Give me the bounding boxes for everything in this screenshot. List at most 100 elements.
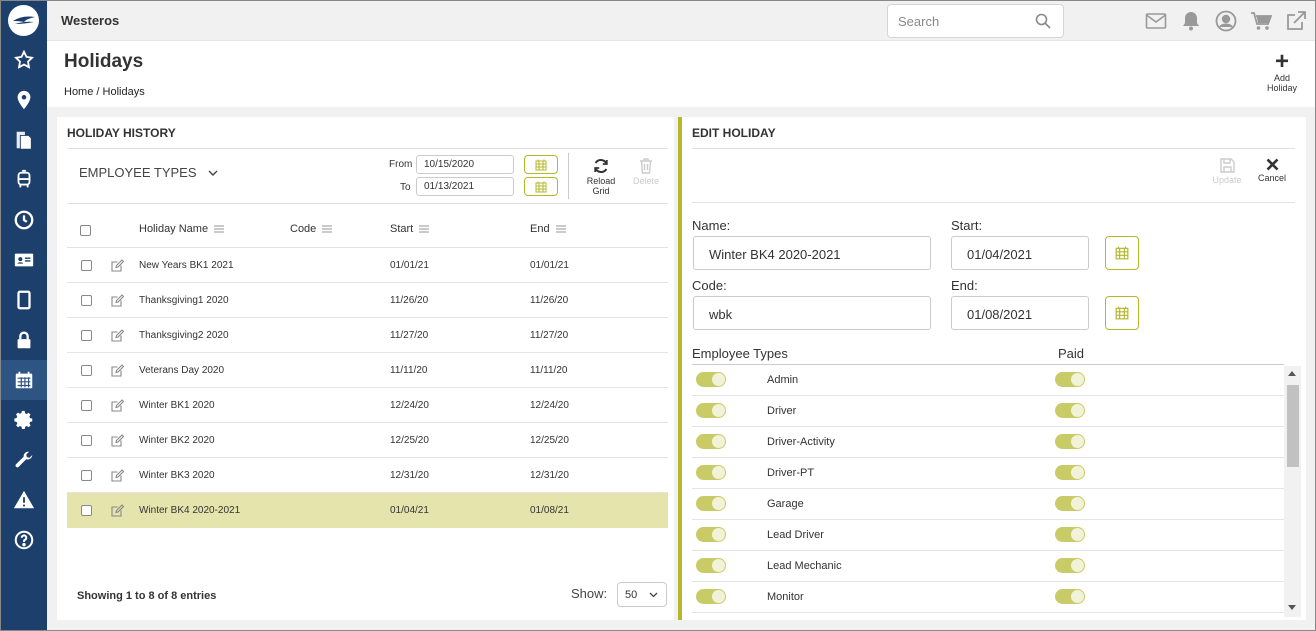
mail-icon[interactable] bbox=[1145, 10, 1167, 32]
sidebar-item-alerts[interactable] bbox=[0, 480, 47, 520]
column-header-code[interactable]: Code bbox=[290, 223, 333, 235]
start-cell: 12/31/20 bbox=[390, 470, 429, 481]
search-box[interactable] bbox=[887, 4, 1064, 38]
employee-type-toggle[interactable] bbox=[696, 589, 726, 604]
row-checkbox[interactable] bbox=[81, 365, 92, 376]
edit-icon[interactable] bbox=[111, 504, 124, 517]
edit-icon[interactable] bbox=[111, 259, 124, 272]
to-calendar-button[interactable] bbox=[524, 177, 558, 196]
edit-icon[interactable] bbox=[111, 294, 124, 307]
sidebar-item-tools[interactable] bbox=[0, 440, 47, 480]
code-input[interactable]: wbk bbox=[693, 296, 931, 330]
employee-type-toggle[interactable] bbox=[696, 496, 726, 511]
to-date-input[interactable]: 01/13/2021 bbox=[416, 177, 514, 196]
row-checkbox[interactable] bbox=[81, 435, 92, 446]
map-pin-icon bbox=[17, 90, 30, 110]
scrollbar-thumb[interactable] bbox=[1287, 385, 1299, 467]
paid-toggle[interactable] bbox=[1055, 496, 1085, 511]
name-input[interactable]: Winter BK4 2020-2021 bbox=[693, 236, 931, 270]
employee-type-row: Driver-PT bbox=[692, 458, 1284, 489]
sidebar-item-favorites[interactable] bbox=[0, 40, 47, 80]
end-calendar-button[interactable] bbox=[1105, 296, 1139, 330]
edit-icon[interactable] bbox=[111, 329, 124, 342]
page-size-select[interactable]: 50 bbox=[617, 582, 667, 607]
edit-icon[interactable] bbox=[111, 469, 124, 482]
paid-toggle[interactable] bbox=[1055, 434, 1085, 449]
cart-icon[interactable] bbox=[1250, 10, 1272, 32]
table-row[interactable]: Thanksgiving1 2020 11/26/20 11/26/20 bbox=[67, 283, 668, 318]
end-date-input[interactable]: 01/08/2021 bbox=[951, 296, 1089, 330]
sidebar-item-devices[interactable] bbox=[0, 280, 47, 320]
paid-toggle[interactable] bbox=[1055, 558, 1085, 573]
breadcrumb[interactable]: Home / Holidays bbox=[64, 86, 145, 98]
paid-toggle[interactable] bbox=[1055, 403, 1085, 418]
sidebar-item-security[interactable] bbox=[0, 320, 47, 360]
sidebar-item-help[interactable] bbox=[0, 520, 47, 560]
delete-button[interactable]: Delete bbox=[628, 158, 664, 186]
employee-type-toggle[interactable] bbox=[696, 403, 726, 418]
scroll-down-arrow[interactable] bbox=[1288, 605, 1296, 610]
row-checkbox[interactable] bbox=[81, 470, 92, 481]
employee-type-toggle[interactable] bbox=[696, 434, 726, 449]
sidebar-item-documents[interactable] bbox=[0, 120, 47, 160]
external-link-icon[interactable] bbox=[1285, 10, 1307, 32]
holiday-name-cell: Thanksgiving2 2020 bbox=[139, 330, 229, 341]
update-button[interactable]: Update bbox=[1209, 158, 1245, 185]
row-checkbox[interactable] bbox=[81, 295, 92, 306]
add-holiday-button[interactable]: + Add Holiday bbox=[1262, 50, 1302, 94]
employee-type-toggle[interactable] bbox=[696, 372, 726, 387]
from-date-input[interactable]: 10/15/2020 bbox=[416, 155, 514, 174]
column-header-start[interactable]: Start bbox=[390, 223, 430, 235]
column-header-end[interactable]: End bbox=[530, 223, 566, 235]
sidebar-item-time[interactable] bbox=[0, 200, 47, 240]
column-header-name[interactable]: Holiday Name bbox=[139, 223, 225, 235]
edit-icon[interactable] bbox=[111, 399, 124, 412]
paid-toggle[interactable] bbox=[1055, 589, 1085, 604]
row-checkbox[interactable] bbox=[81, 400, 92, 411]
from-calendar-button[interactable] bbox=[524, 155, 558, 174]
holiday-name-cell: Veterans Day 2020 bbox=[139, 365, 225, 376]
row-checkbox[interactable] bbox=[81, 260, 92, 271]
employee-types-dropdown[interactable]: EMPLOYEE TYPES bbox=[79, 165, 218, 180]
divider bbox=[692, 202, 1295, 203]
bell-icon[interactable] bbox=[1180, 10, 1202, 32]
table-row[interactable]: Veterans Day 2020 11/11/20 11/11/20 bbox=[67, 353, 668, 388]
sidebar-item-employees[interactable] bbox=[0, 240, 47, 280]
paid-toggle[interactable] bbox=[1055, 527, 1085, 542]
search-input[interactable] bbox=[898, 14, 1028, 29]
edit-icon[interactable] bbox=[111, 434, 124, 447]
cancel-button[interactable]: Cancel bbox=[1254, 158, 1290, 183]
start-date-input[interactable]: 01/04/2021 bbox=[951, 236, 1089, 270]
row-checkbox[interactable] bbox=[81, 330, 92, 341]
sidebar-item-settings[interactable] bbox=[0, 400, 47, 440]
employee-type-toggle[interactable] bbox=[696, 558, 726, 573]
table-row[interactable]: Winter BK2 2020 12/25/20 12/25/20 bbox=[67, 423, 668, 458]
paid-toggle[interactable] bbox=[1055, 372, 1085, 387]
table-row[interactable]: Thanksgiving2 2020 11/27/20 11/27/20 bbox=[67, 318, 668, 353]
paid-toggle[interactable] bbox=[1055, 465, 1085, 480]
sidebar-item-vehicles[interactable] bbox=[0, 160, 47, 200]
table-row[interactable]: New Years BK1 2021 01/01/21 01/01/21 bbox=[67, 248, 668, 283]
user-icon[interactable] bbox=[1215, 10, 1237, 32]
logo-icon[interactable] bbox=[8, 5, 39, 36]
employee-type-toggle[interactable] bbox=[696, 527, 726, 542]
employee-type-toggle[interactable] bbox=[696, 465, 726, 480]
holiday-history-title: HOLIDAY HISTORY bbox=[67, 126, 176, 140]
edit-icon[interactable] bbox=[111, 364, 124, 377]
reload-grid-button[interactable]: Reload Grid bbox=[581, 158, 621, 196]
table-row[interactable]: Winter BK4 2020-2021 01/04/21 01/08/21 bbox=[67, 493, 668, 528]
start-calendar-button[interactable] bbox=[1105, 236, 1139, 270]
sidebar-item-calendar[interactable] bbox=[0, 360, 47, 400]
table-row[interactable]: Winter BK3 2020 12/31/20 12/31/20 bbox=[67, 458, 668, 493]
table-row[interactable]: Winter BK1 2020 12/24/20 12/24/20 bbox=[67, 388, 668, 423]
end-cell: 11/26/20 bbox=[530, 295, 569, 306]
select-all-checkbox[interactable] bbox=[80, 225, 91, 236]
sidebar-item-locations[interactable] bbox=[0, 80, 47, 120]
holiday-name-cell: Winter BK4 2020-2021 bbox=[139, 505, 241, 516]
scroll-up-arrow[interactable] bbox=[1288, 371, 1296, 376]
search-icon[interactable] bbox=[1035, 13, 1051, 29]
calendar-icon bbox=[15, 371, 32, 389]
calendar-icon bbox=[535, 181, 547, 192]
row-checkbox[interactable] bbox=[81, 505, 92, 516]
holiday-name-cell: Winter BK3 2020 bbox=[139, 470, 215, 481]
